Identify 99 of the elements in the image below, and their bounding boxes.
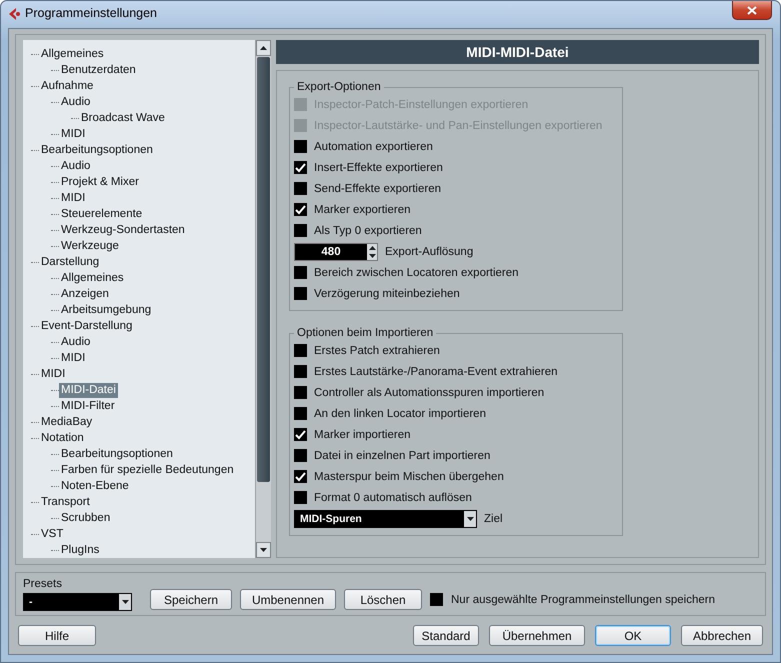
- option-label: Erstes Patch extrahieren: [314, 344, 440, 356]
- tree-item[interactable]: MIDI: [59, 350, 88, 366]
- check-icon: [295, 472, 306, 482]
- option-label: Automation exportieren: [314, 140, 433, 152]
- option-label: Export-Auflösung: [385, 246, 474, 258]
- dropdown-arrow-icon: [122, 600, 128, 604]
- down-arrow-icon: [368, 254, 376, 258]
- option-label: Als Typ 0 exportieren: [314, 224, 422, 236]
- checkbox[interactable]: [294, 287, 307, 300]
- checkbox[interactable]: [294, 407, 307, 420]
- preset-button[interactable]: Umbenennen: [240, 589, 336, 610]
- checkbox[interactable]: [294, 491, 307, 504]
- tree-item[interactable]: MIDI-Filter: [59, 398, 117, 414]
- group-title: Optionen beim Importieren: [294, 326, 436, 340]
- tree-item[interactable]: Event-Darstellung: [39, 318, 134, 334]
- check-icon: [295, 204, 306, 214]
- preset-button[interactable]: Löschen: [344, 589, 422, 610]
- dropdown-arrow-icon: [466, 516, 474, 520]
- tree-item[interactable]: Bearbeitungsoptionen: [39, 142, 155, 158]
- tree-item[interactable]: Farben für spezielle Bedeutungen: [59, 462, 236, 478]
- check-icon: [295, 430, 306, 440]
- checkbox[interactable]: [294, 449, 307, 462]
- option-label: An den linken Locator importieren: [314, 408, 486, 420]
- checkbox[interactable]: [294, 224, 307, 237]
- tree-item[interactable]: Werkzeug-Sondertasten: [59, 222, 187, 238]
- dialog-button[interactable]: Übernehmen: [489, 625, 585, 646]
- app-logo-icon: [7, 7, 21, 21]
- tree-item[interactable]: Arbeitsumgebung: [59, 302, 154, 318]
- tree-item[interactable]: MediaBay: [39, 414, 94, 430]
- checkbox[interactable]: [294, 140, 307, 153]
- scroll-up-button[interactable]: [256, 40, 271, 56]
- checkbox[interactable]: [294, 428, 307, 441]
- tree-item[interactable]: Benutzerdaten: [59, 62, 138, 78]
- option-label: Masterspur beim Mischen übergehen: [314, 470, 504, 482]
- tree-item[interactable]: Notation: [39, 430, 86, 446]
- tree-item[interactable]: Steuerelemente: [59, 206, 144, 222]
- option-label: Format 0 automatisch auflösen: [314, 492, 472, 504]
- checkbox[interactable]: [294, 365, 307, 378]
- dropdown[interactable]: MIDI-Spuren: [294, 510, 477, 528]
- checkbox[interactable]: [294, 266, 307, 279]
- option-label: Verzögerung miteinbeziehen: [314, 288, 460, 300]
- option-label: Erstes Lautstärke-/Panorama-Event extrahieren: [314, 366, 558, 378]
- tree-item[interactable]: Scrubben: [59, 510, 112, 526]
- down-arrow-icon: [260, 548, 267, 552]
- checkbox[interactable]: [294, 182, 307, 195]
- scroll-down-button[interactable]: [256, 542, 271, 558]
- checkbox[interactable]: [294, 470, 307, 483]
- presets-dropdown[interactable]: -: [23, 593, 132, 611]
- option-label: Insert-Effekte exportieren: [314, 162, 443, 174]
- scroll-thumb[interactable]: [257, 57, 270, 482]
- tree-item[interactable]: Audio: [59, 94, 92, 110]
- option-label: Marker importieren: [314, 428, 410, 440]
- tree-item[interactable]: Bearbeitungsoptionen: [59, 446, 175, 462]
- up-arrow-icon: [260, 46, 267, 50]
- tree-item[interactable]: Allgemeines: [39, 46, 106, 62]
- option-label: Datei in einzelnen Part importieren: [314, 450, 490, 462]
- check-icon: [295, 162, 306, 172]
- tree-item[interactable]: Audio: [59, 158, 92, 174]
- tree-item[interactable]: MIDI: [39, 366, 68, 382]
- option-label: Controller als Automationsspuren importieren: [314, 386, 544, 398]
- close-button[interactable]: [732, 1, 772, 20]
- option-label: Ziel: [484, 512, 503, 524]
- option-label: Nur ausgewählte Programmeinstellungen speichern: [451, 594, 716, 606]
- dialog-button[interactable]: Abbrechen: [681, 625, 763, 646]
- tree-item[interactable]: PlugIns: [59, 542, 102, 558]
- checkbox[interactable]: [294, 386, 307, 399]
- tree-item[interactable]: Transport: [39, 494, 92, 510]
- number-field[interactable]: 480: [294, 242, 378, 260]
- tree-item[interactable]: Broadcast Wave: [79, 110, 167, 126]
- dialog-button[interactable]: Standard: [413, 625, 479, 646]
- dialog-button[interactable]: OK: [595, 625, 671, 646]
- tree-item[interactable]: Allgemeines: [59, 270, 126, 286]
- window-title: Programmeinstellungen: [25, 5, 158, 21]
- presets-label: Presets: [23, 578, 63, 590]
- page-header: MIDI-MIDI-Datei: [276, 40, 759, 64]
- dialog-button[interactable]: Hilfe: [18, 625, 96, 646]
- tree-item[interactable]: Werkzeuge: [59, 238, 121, 254]
- tree-item[interactable]: VST: [39, 526, 66, 542]
- group-title: Export-Optionen: [294, 80, 384, 94]
- tree-item[interactable]: Anzeigen: [59, 286, 111, 302]
- checkbox[interactable]: [430, 593, 443, 606]
- preset-button[interactable]: Speichern: [150, 589, 232, 610]
- tree-item[interactable]: Projekt & Mixer: [59, 174, 141, 190]
- checkbox[interactable]: [294, 161, 307, 174]
- tree-item[interactable]: Audio: [59, 334, 92, 350]
- tree-item[interactable]: MIDI: [59, 190, 88, 206]
- tree-item[interactable]: MIDI: [59, 126, 88, 142]
- option-label: Send-Effekte exportieren: [314, 182, 442, 194]
- tree-item[interactable]: Noten-Ebene: [59, 478, 131, 494]
- up-arrow-icon: [368, 246, 376, 250]
- option-label: Bereich zwischen Locatoren exportieren: [314, 266, 519, 278]
- tree-item[interactable]: MIDI-Datei: [59, 382, 118, 398]
- scrollbar[interactable]: [255, 40, 271, 558]
- option-label: Marker exportieren: [314, 204, 411, 216]
- close-icon: [747, 6, 757, 14]
- tree-item[interactable]: Aufnahme: [39, 78, 96, 94]
- tree-item[interactable]: Darstellung: [39, 254, 102, 270]
- checkbox[interactable]: [294, 344, 307, 357]
- checkbox[interactable]: [294, 203, 307, 216]
